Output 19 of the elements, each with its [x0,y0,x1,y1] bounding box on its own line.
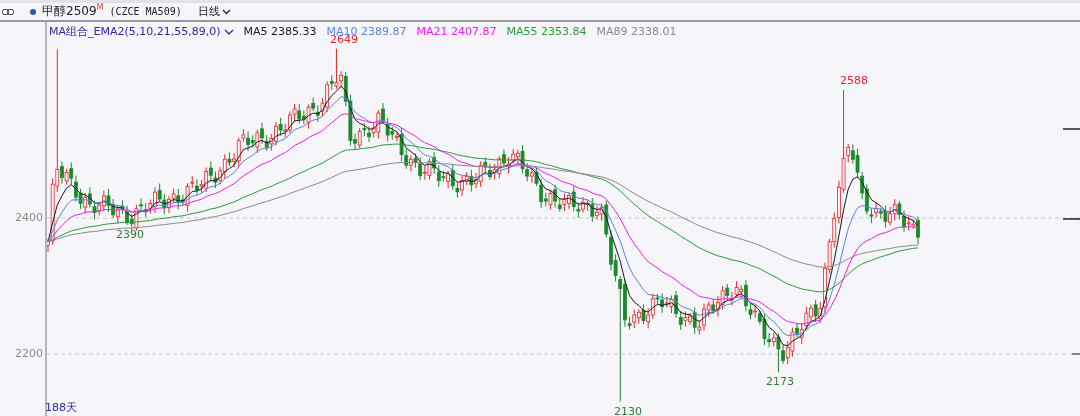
price-extreme-label: 2173 [766,375,794,389]
contract-code: (CZCE MA509) [109,6,182,17]
ma-legend-value: MA89 2338.01 [596,25,677,38]
link-icon[interactable] [2,7,14,16]
instrument-title: 甲醇2509$^{M}$ [42,3,104,20]
price-extreme-label: 2130 [614,404,642,416]
indicator-dropdown[interactable]: MA组合_EMA2(5,10,21,55,89,0) [49,24,234,39]
price-extreme-label: 2390 [116,227,144,241]
ma-legend-value: MA55 2353.84 [506,25,587,38]
caret-icon[interactable] [221,8,231,15]
period-count-label: 188天 [45,400,77,415]
caret-icon[interactable] [223,28,234,35]
ma-legend-value: MA5 2385.33 [243,25,317,38]
y-axis-label: 2200 [15,347,43,360]
ma-legend-value: MA21 2407.87 [416,25,497,38]
y-axis-label: 2400 [15,211,43,224]
period-dropdown[interactable]: 日线 [195,4,233,19]
price-extreme-label: 2588 [840,74,868,88]
status-dot-icon [30,8,36,15]
